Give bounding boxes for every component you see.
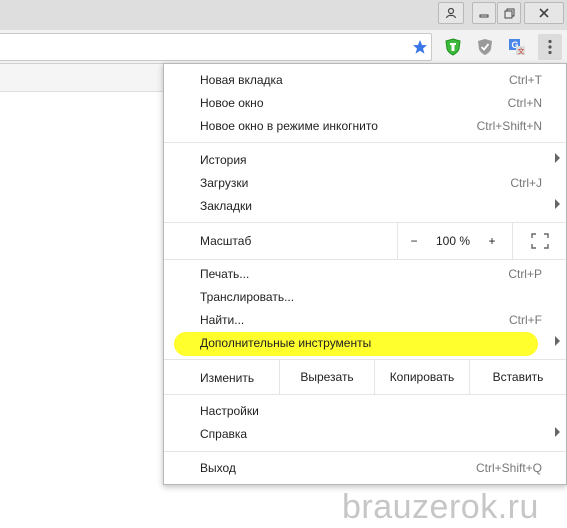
menu-item-new-tab[interactable]: Новая вкладка Ctrl+T — [164, 69, 566, 92]
copy-button[interactable]: Копировать — [375, 360, 469, 394]
zoom-label: Масштаб — [200, 234, 252, 248]
user-icon — [445, 7, 457, 19]
menu-item-more-tools[interactable]: Дополнительные инструменты — [164, 332, 566, 355]
menu-item-shortcut: Ctrl+P — [508, 267, 542, 281]
zoom-divider — [397, 223, 398, 259]
plus-icon: + — [488, 234, 496, 248]
menu-separator — [164, 394, 566, 395]
main-menu-button[interactable] — [538, 34, 562, 60]
menu-item-shortcut: Ctrl+N — [507, 96, 542, 110]
menu-item-find[interactable]: Найти... Ctrl+F — [164, 309, 566, 332]
gray-shield-extension-button[interactable] — [475, 36, 495, 58]
menu-item-help[interactable]: Справка — [164, 423, 566, 446]
restore-icon — [504, 8, 514, 18]
close-icon — [539, 8, 549, 18]
menu-item-label: Транслировать... — [200, 290, 295, 304]
menu-item-label: Печать... — [200, 267, 250, 281]
bookmark-star-button[interactable] — [410, 37, 430, 57]
menu-item-label: Найти... — [200, 313, 245, 327]
minimize-icon — [479, 14, 489, 18]
menu-item-label: Новое окно в режиме инкогнито — [200, 119, 378, 133]
address-bar[interactable] — [0, 33, 432, 61]
menu-item-label: Загрузки — [200, 176, 249, 190]
zoom-divider — [512, 223, 513, 259]
profile-button[interactable] — [438, 2, 464, 24]
translate-extension-icon: G文 — [509, 39, 525, 56]
translate-extension-button[interactable]: G文 — [506, 36, 528, 58]
copy-label: Копировать — [389, 370, 455, 384]
menu-item-cast[interactable]: Транслировать... — [164, 286, 566, 309]
edit-label: Изменить — [200, 371, 255, 385]
zoom-out-button[interactable]: − — [400, 223, 428, 259]
menu-item-label: Дополнительные инструменты — [200, 336, 372, 350]
edit-row: Изменить Вырезать Копировать Вставить — [164, 360, 566, 394]
zoom-row: Масштаб − 100 % + — [164, 223, 566, 259]
menu-item-bookmarks[interactable]: Закладки — [164, 195, 566, 218]
menu-separator — [164, 142, 566, 143]
zoom-in-button[interactable]: + — [478, 223, 506, 259]
fullscreen-button[interactable] — [520, 223, 560, 259]
cut-label: Вырезать — [300, 370, 354, 384]
menu-item-incognito[interactable]: Новое окно в режиме инкогнито Ctrl+Shift… — [164, 115, 566, 138]
menu-dots-icon — [548, 39, 552, 55]
minus-icon: − — [410, 234, 418, 248]
paste-button[interactable]: Вставить — [470, 360, 566, 394]
zoom-level: 100 % — [428, 223, 478, 259]
cut-button[interactable]: Вырезать — [280, 360, 374, 394]
menu-item-label: Справка — [200, 427, 248, 441]
submenu-arrow-icon — [555, 199, 560, 209]
fullscreen-icon — [531, 233, 549, 249]
menu-separator — [164, 451, 566, 452]
menu-item-new-window[interactable]: Новое окно Ctrl+N — [164, 92, 566, 115]
close-button[interactable] — [524, 2, 564, 24]
shield-extension-button[interactable] — [443, 36, 463, 58]
watermark-text: brauzerok.ru — [342, 488, 539, 526]
menu-item-shortcut: Ctrl+Shift+N — [476, 119, 542, 133]
menu-item-label: Новое окно — [200, 96, 264, 110]
submenu-arrow-icon — [555, 336, 560, 346]
zoom-value: 100 % — [435, 234, 471, 248]
page-content-strip — [0, 64, 170, 92]
menu-item-label: Настройки — [200, 404, 259, 418]
menu-item-shortcut: Ctrl+J — [510, 176, 542, 190]
menu-item-shortcut: Ctrl+F — [509, 313, 542, 327]
svg-text:文: 文 — [518, 47, 525, 56]
restore-button[interactable] — [497, 2, 521, 24]
submenu-arrow-icon — [555, 153, 560, 163]
browser-toolbar: G文 — [0, 30, 567, 64]
bookmark-star-icon — [413, 40, 427, 54]
menu-item-label: Закладки — [200, 199, 252, 213]
menu-separator — [164, 259, 566, 260]
menu-item-history[interactable]: История — [164, 149, 566, 172]
chrome-main-menu: Новая вкладка Ctrl+T Новое окно Ctrl+N Н… — [163, 63, 567, 485]
menu-item-exit[interactable]: Выход Ctrl+Shift+Q — [164, 457, 566, 480]
menu-item-label: История — [200, 153, 247, 167]
shield-extension-icon — [445, 38, 461, 56]
menu-item-print[interactable]: Печать... Ctrl+P — [164, 263, 566, 286]
menu-item-shortcut: Ctrl+Shift+Q — [475, 461, 542, 475]
minimize-button[interactable] — [472, 2, 496, 24]
menu-item-settings[interactable]: Настройки — [164, 400, 566, 423]
gray-shield-extension-icon — [478, 39, 492, 55]
menu-item-label: Новая вкладка — [200, 73, 283, 87]
menu-item-downloads[interactable]: Загрузки Ctrl+J — [164, 172, 566, 195]
paste-label: Вставить — [492, 370, 544, 384]
menu-item-label: Выход — [200, 461, 236, 475]
submenu-arrow-icon — [555, 427, 560, 437]
menu-item-shortcut: Ctrl+T — [509, 73, 542, 87]
title-bar — [0, 0, 567, 30]
